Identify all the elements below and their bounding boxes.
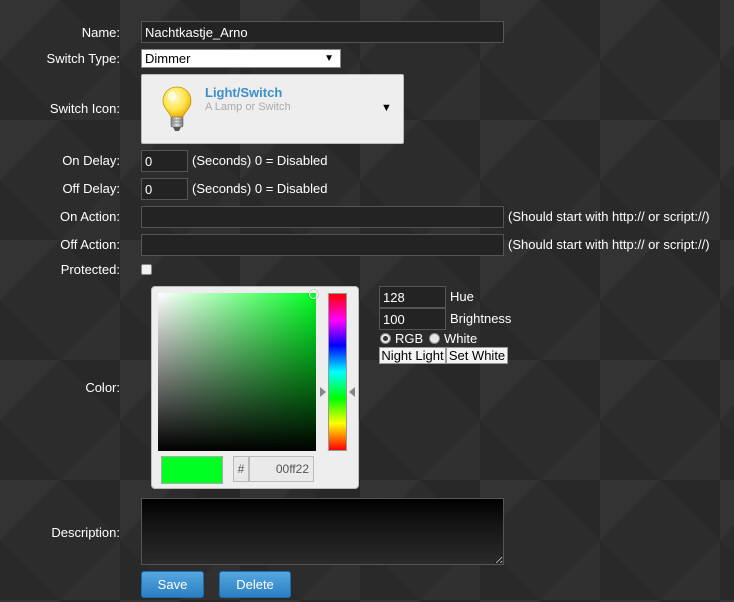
color-saturation-handle[interactable] (309, 290, 318, 299)
switch-icon-dropdown[interactable]: Light/Switch A Lamp or Switch ▼ (141, 74, 404, 144)
current-color-swatch (161, 456, 223, 484)
hex-prefix: # (233, 456, 249, 482)
switch-icon-title: Light/Switch (205, 85, 283, 100)
switch-icon-label: Switch Icon: (49, 101, 120, 116)
hue-slider-handle-right[interactable] (349, 387, 355, 397)
on-action-note: (Should start with http:// or script://) (508, 209, 710, 224)
off-delay-label: Off Delay: (62, 181, 120, 196)
switch-type-select[interactable]: Dimmer ▼ (141, 49, 341, 68)
hue-slider-handle-left[interactable] (320, 387, 326, 397)
lightbulb-icon (162, 86, 192, 131)
on-action-input[interactable] (141, 206, 504, 228)
night-light-button[interactable]: Night Light (379, 347, 446, 364)
off-action-note: (Should start with http:// or script://) (508, 237, 710, 252)
color-picker: # 00ff22 (151, 286, 359, 489)
set-white-button[interactable]: Set White (446, 347, 508, 364)
brightness-input[interactable] (379, 308, 446, 330)
on-delay-note: (Seconds) 0 = Disabled (192, 153, 328, 168)
chevron-down-icon: ▼ (324, 53, 334, 64)
protected-label: Protected: (60, 262, 120, 277)
delete-button[interactable]: Delete (219, 571, 291, 598)
protected-checkbox[interactable] (141, 264, 152, 275)
switch-type-label: Switch Type: (46, 51, 120, 66)
on-delay-input[interactable] (141, 150, 188, 172)
brightness-label: Brightness (450, 311, 512, 326)
name-label: Name: (81, 25, 120, 40)
color-saturation-area[interactable] (158, 293, 316, 451)
off-action-label: Off Action: (60, 237, 120, 252)
color-label: Color: (85, 380, 120, 395)
white-radio[interactable] (429, 333, 440, 344)
description-textarea[interactable] (141, 498, 504, 565)
name-input[interactable] (141, 21, 504, 43)
off-delay-note: (Seconds) 0 = Disabled (192, 181, 328, 196)
on-action-label: On Action: (60, 209, 120, 224)
hue-input[interactable] (379, 286, 446, 308)
off-action-input[interactable] (141, 234, 504, 256)
switch-type-value: Dimmer (145, 51, 191, 66)
hue-label: Hue (450, 289, 474, 304)
rgb-radio-label: RGB (395, 331, 424, 346)
save-button[interactable]: Save (141, 571, 204, 598)
hue-slider[interactable] (328, 293, 347, 451)
description-label: Description: (51, 525, 120, 540)
hex-input[interactable]: 00ff22 (249, 456, 314, 482)
white-radio-label: White (444, 331, 478, 346)
switch-icon-subtitle: A Lamp or Switch (205, 101, 291, 113)
rgb-radio[interactable] (380, 333, 391, 344)
chevron-down-icon: ▼ (381, 102, 392, 114)
off-delay-input[interactable] (141, 178, 188, 200)
on-delay-label: On Delay: (62, 153, 120, 168)
